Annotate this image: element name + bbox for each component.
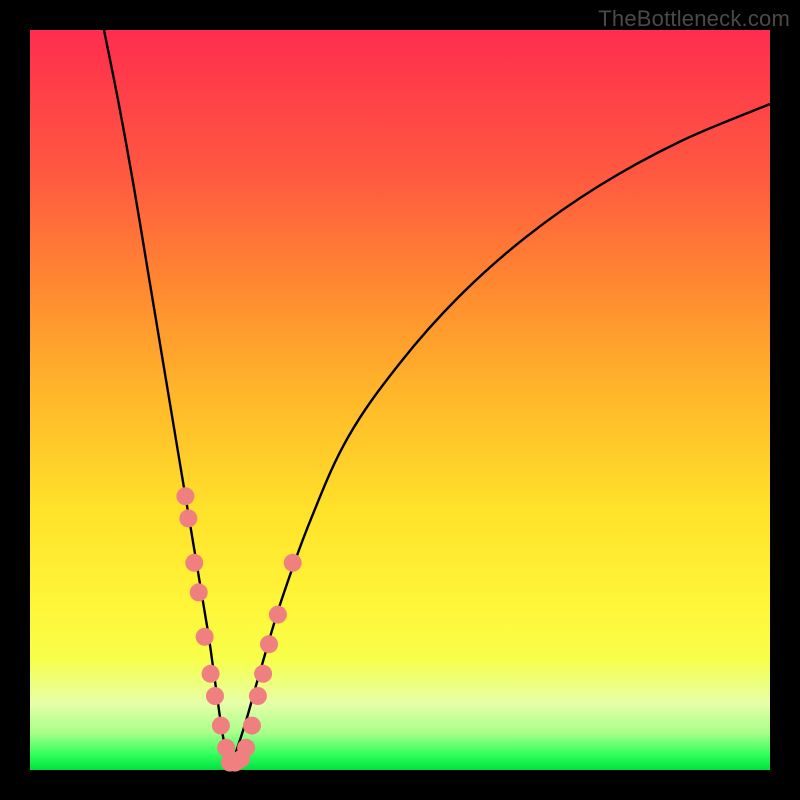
sample-marker xyxy=(254,665,272,683)
bottleneck-curve-svg xyxy=(30,30,770,770)
sample-marker xyxy=(284,554,302,572)
sample-marker xyxy=(196,628,214,646)
curve-left-branch xyxy=(104,30,230,770)
chart-frame: TheBottleneck.com xyxy=(0,0,800,800)
sample-marker xyxy=(179,509,197,527)
sample-marker xyxy=(243,717,261,735)
sample-marker xyxy=(260,635,278,653)
watermark-label: TheBottleneck.com xyxy=(598,6,790,32)
sample-marker xyxy=(269,606,287,624)
sample-marker xyxy=(202,665,220,683)
sample-marker xyxy=(176,487,194,505)
sample-marker xyxy=(185,554,203,572)
curve-right-branch xyxy=(230,104,770,770)
sample-marker xyxy=(206,687,224,705)
sample-markers xyxy=(176,487,301,771)
sample-marker xyxy=(237,739,255,757)
plot-area xyxy=(30,30,770,770)
sample-marker xyxy=(190,583,208,601)
sample-marker xyxy=(249,687,267,705)
sample-marker xyxy=(212,717,230,735)
